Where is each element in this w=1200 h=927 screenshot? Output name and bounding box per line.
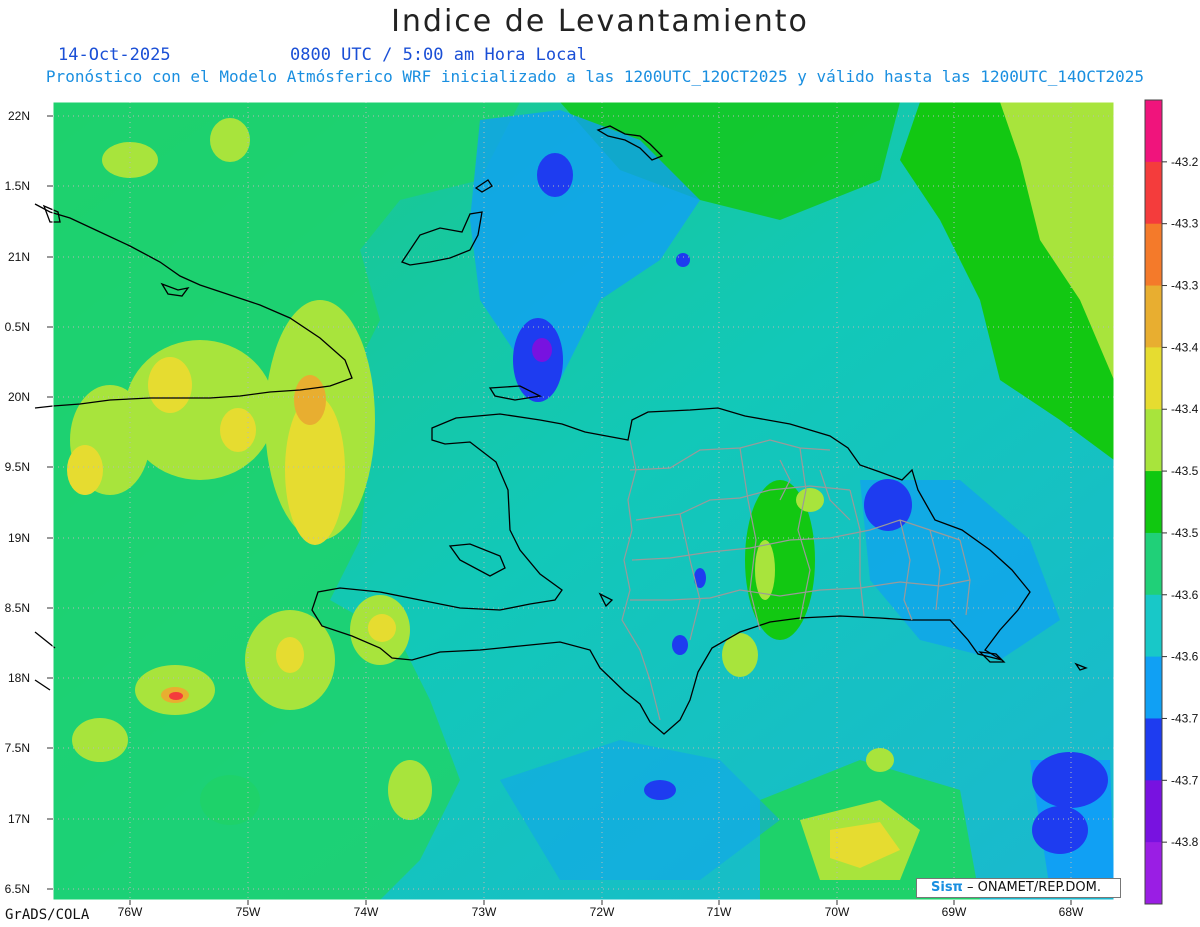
lon-tick: 72W xyxy=(590,900,615,919)
lon-label: 76W xyxy=(118,905,143,919)
lon-label: 73W xyxy=(472,905,497,919)
colorbar-label: -43.3 xyxy=(1171,279,1199,293)
colorbar-label: -43.8 xyxy=(1171,835,1199,849)
lon-tick: 76W xyxy=(118,900,143,919)
forecast-description: Pronóstico con el Modelo Atmósferico WRF… xyxy=(45,67,1145,86)
lat-label: 9.5N xyxy=(5,460,30,474)
credit-text: – ONAMET/REP.DOM. xyxy=(966,880,1102,895)
colorbar-segment xyxy=(1145,718,1162,781)
lon-tick: 73W xyxy=(472,900,497,919)
lat-label: 18N xyxy=(8,671,30,685)
lat-tick: 1.5N xyxy=(5,179,53,193)
colorbar-label: -43.4 xyxy=(1171,340,1199,354)
colorbar-label: -43.4 xyxy=(1171,402,1199,416)
colorbar: -43.2 -43.3 -43.3 -43.4 -43.4 -43.5 -43.5 -43.6… xyxy=(1144,99,1199,905)
lifted-index-field xyxy=(53,102,1114,900)
lat-label: 7.5N xyxy=(5,741,30,755)
colorbar-segment xyxy=(1145,100,1162,163)
lat-label: 17N xyxy=(8,812,30,826)
colorbar-segment xyxy=(1145,161,1162,225)
lon-tick: 74W xyxy=(354,900,379,919)
lon-label: 74W xyxy=(354,905,379,919)
lat-tick: 8.5N xyxy=(5,601,53,615)
colorbar-segment xyxy=(1145,223,1162,287)
lon-label: 75W xyxy=(236,905,261,919)
lon-tick: 71W xyxy=(707,900,732,919)
lon-tick: 75W xyxy=(236,900,261,919)
lat-tick: 20N xyxy=(8,390,53,404)
lon-label: 70W xyxy=(825,905,850,919)
sispi-logo: Sisπ xyxy=(931,880,963,895)
lat-tick: 6.5N xyxy=(5,882,53,896)
lat-label: 21N xyxy=(8,250,30,264)
colorbar-label: -43.5 xyxy=(1171,526,1199,540)
lon-tick: 69W xyxy=(942,900,967,919)
colorbar-segment xyxy=(1145,656,1162,719)
colorbar-segment xyxy=(1145,347,1162,410)
colorbar-label: -43.6 xyxy=(1171,588,1199,602)
lon-label: 69W xyxy=(942,905,967,919)
forecast-map: 22N 1.5N 21N 0.5N 20N 9.5N 19N 8.5N 18N … xyxy=(5,99,1199,919)
lat-label: 6.5N xyxy=(5,882,30,896)
lat-label: 19N xyxy=(8,531,30,545)
colorbar-label: -43.3 xyxy=(1171,217,1199,231)
colorbar-label: -43.5 xyxy=(1171,464,1199,478)
lat-label: 1.5N xyxy=(5,179,30,193)
colorbar-segment xyxy=(1145,532,1162,596)
forecast-time: 0800 UTC / 5:00 am Hora Local xyxy=(290,45,587,65)
colorbar-segment xyxy=(1145,471,1162,534)
colorbar-label: -43.6 xyxy=(1171,650,1199,664)
colorbar-segment xyxy=(1145,594,1162,658)
lat-label: 8.5N xyxy=(5,601,30,615)
lat-label: 22N xyxy=(8,109,30,123)
lat-tick: 22N xyxy=(8,109,53,123)
lat-tick: 19N xyxy=(8,531,53,545)
lon-tick: 70W xyxy=(825,900,850,919)
colorbar-segment xyxy=(1145,780,1162,843)
colorbar-label: -43.7 xyxy=(1171,711,1199,725)
colorbar-label: -43.2 xyxy=(1171,155,1199,169)
lat-tick: 9.5N xyxy=(5,460,53,474)
lat-tick: 7.5N xyxy=(5,741,53,755)
colorbar-label: -43.7 xyxy=(1171,773,1199,787)
credit-box: Sisπ – ONAMET/REP.DOM. xyxy=(916,878,1121,898)
lon-label: 72W xyxy=(590,905,615,919)
lat-label: 20N xyxy=(8,390,30,404)
lon-tick: 68W xyxy=(1059,900,1084,919)
forecast-date: 14-Oct-2025 xyxy=(58,45,171,65)
colorbar-segment xyxy=(1145,285,1162,348)
lat-axis: 22N 1.5N 21N 0.5N 20N 9.5N 19N 8.5N 18N … xyxy=(5,109,53,896)
software-credit: GrADS/COLA xyxy=(5,907,90,923)
colorbar-segment xyxy=(1145,409,1162,472)
lon-label: 68W xyxy=(1059,905,1084,919)
lat-tick: 21N xyxy=(8,250,53,264)
colorbar-segment xyxy=(1145,842,1162,905)
map-title: Indice de Levantamiento xyxy=(391,4,809,39)
lat-tick: 17N xyxy=(8,812,53,826)
lon-label: 71W xyxy=(707,905,732,919)
lon-axis: 76W 75W 74W 73W 72W 71W 70W 69W 68W xyxy=(118,900,1084,919)
lat-tick: 0.5N xyxy=(5,320,53,334)
lat-tick: 18N xyxy=(8,671,53,685)
lat-label: 0.5N xyxy=(5,320,30,334)
